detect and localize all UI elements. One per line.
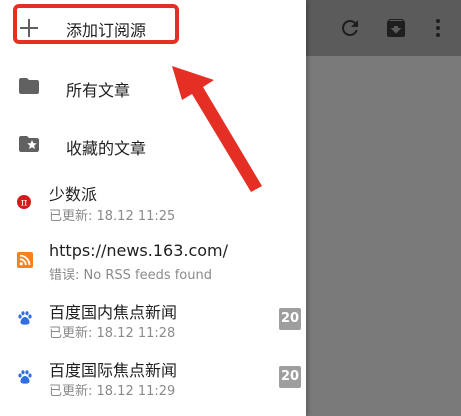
feed-title: https://news.163.com/ <box>49 241 229 260</box>
refresh-icon[interactable] <box>338 16 362 40</box>
feed-title: 百度国际焦点新闻 <box>49 361 178 380</box>
feed-item[interactable]: https://news.163.com/ 错误: No RSS feeds f… <box>0 236 306 292</box>
feed-item[interactable]: 百度国内焦点新闻 已更新: 18.12 11:28 20 <box>0 294 306 350</box>
baidu-paw-icon <box>17 369 33 389</box>
sspai-icon: π <box>17 194 31 213</box>
all-articles-item[interactable]: 所有文章 <box>0 58 306 114</box>
rss-icon <box>17 252 33 272</box>
feed-subtitle: 已更新: 18.12 11:29 <box>49 384 176 399</box>
feed-subtitle: 已更新: 18.12 11:25 <box>49 209 176 224</box>
baidu-paw-icon <box>17 310 33 330</box>
unread-count-badge: 20 <box>279 366 301 388</box>
unread-count-badge: 20 <box>279 308 301 330</box>
highlight-box <box>13 4 179 44</box>
all-articles-label: 所有文章 <box>66 81 131 100</box>
feed-title: 百度国内焦点新闻 <box>49 303 178 322</box>
folder-star-icon <box>17 132 41 160</box>
main-content-scrim[interactable] <box>306 0 461 416</box>
folder-icon <box>17 74 41 102</box>
more-vert-icon[interactable] <box>426 16 450 40</box>
feed-item[interactable]: 百度国际焦点新闻 已更新: 18.12 11:29 20 <box>0 352 306 408</box>
starred-articles-item[interactable]: 收藏的文章 <box>0 116 306 172</box>
svg-text:π: π <box>21 198 28 209</box>
app-toolbar <box>306 0 461 56</box>
feed-subtitle: 已更新: 18.12 11:28 <box>49 326 176 341</box>
feed-item[interactable]: π 少数派 已更新: 18.12 11:25 <box>0 176 306 232</box>
navigation-drawer: 添加订阅源 所有文章 收藏的文章 π 少数派 已更新: 18.12 11:25 … <box>0 0 306 416</box>
archive-icon[interactable] <box>384 16 408 40</box>
feed-subtitle: 错误: No RSS feeds found <box>49 268 212 283</box>
starred-articles-label: 收藏的文章 <box>66 139 147 158</box>
feed-title: 少数派 <box>49 185 98 204</box>
